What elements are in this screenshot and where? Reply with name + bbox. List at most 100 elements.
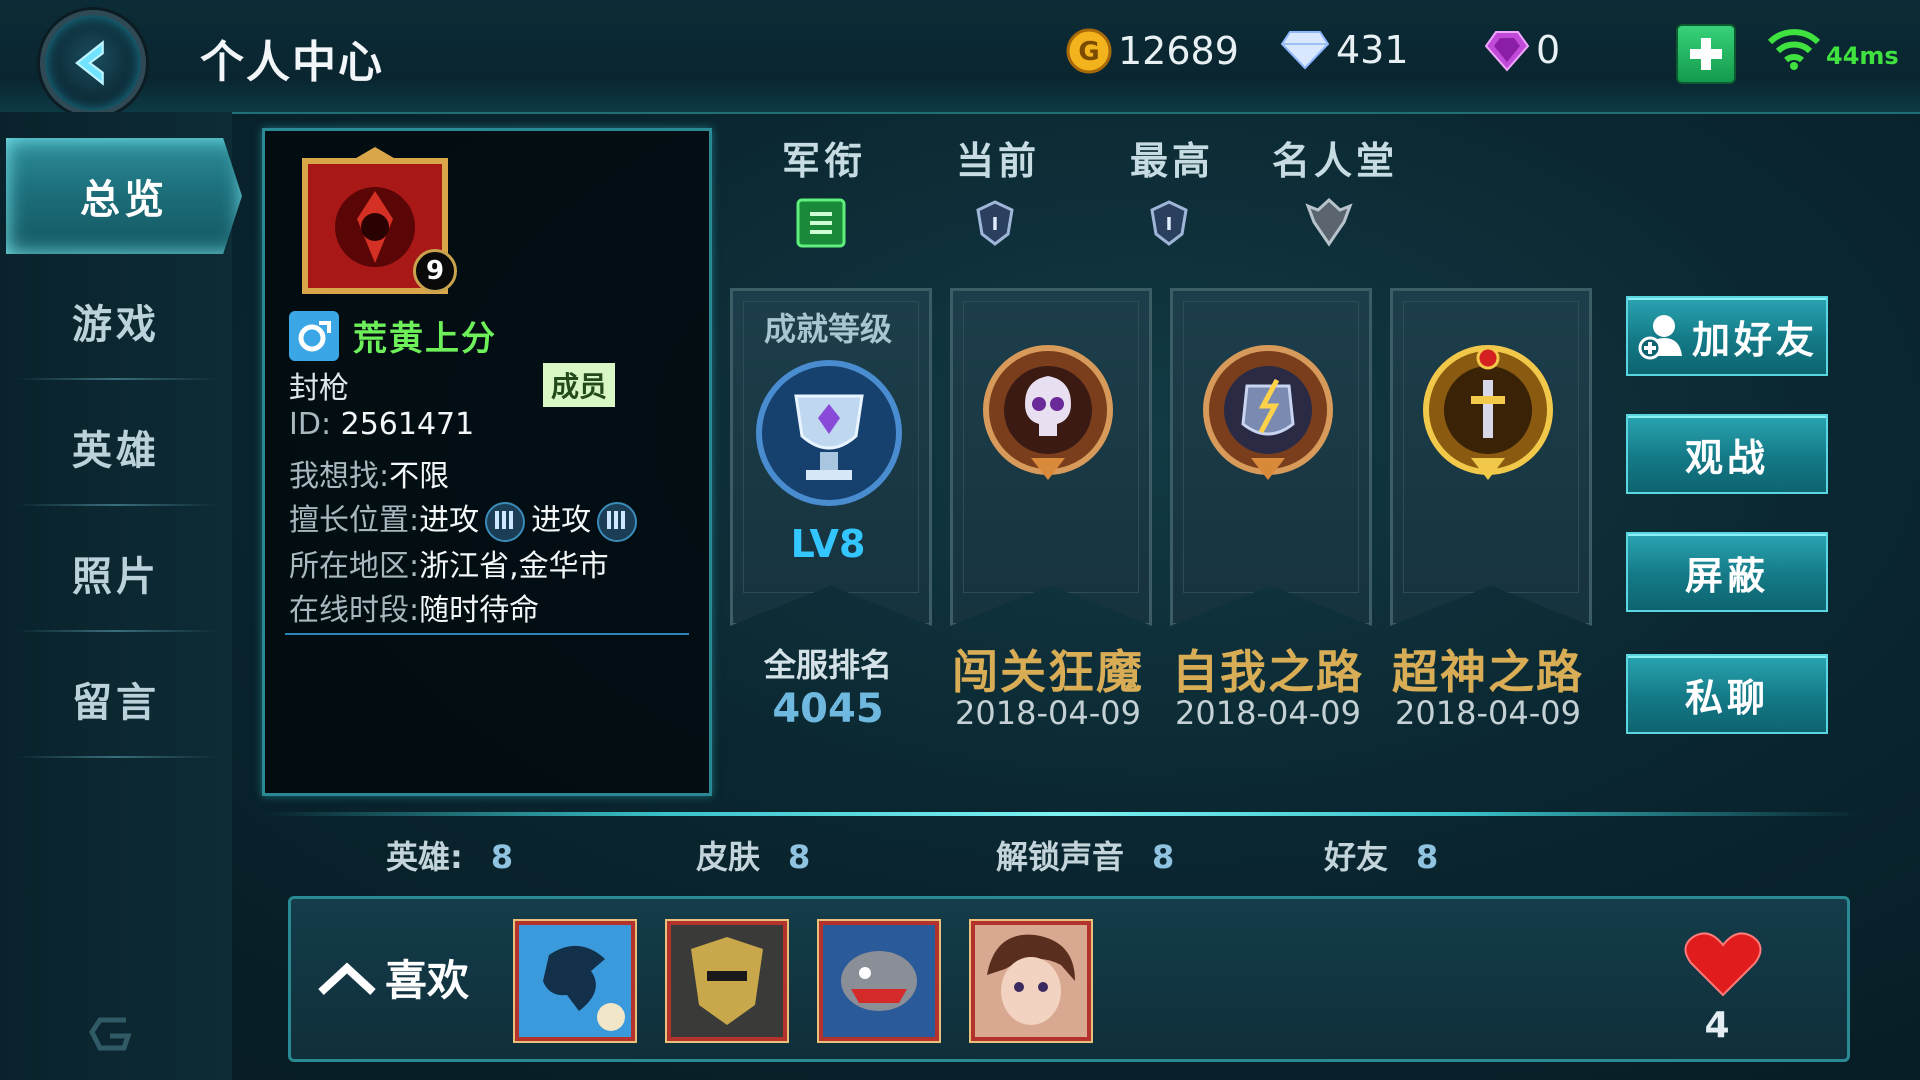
game-logo-icon bbox=[89, 1017, 132, 1051]
divider-glow bbox=[262, 812, 1862, 816]
heart-icon[interactable] bbox=[1683, 929, 1763, 999]
player-id: 2561471 bbox=[340, 407, 475, 442]
rank-header-current: 当前 bbox=[956, 139, 1041, 183]
sidebar-item-label: 游戏 bbox=[72, 302, 160, 348]
server-rank-value: 4045 bbox=[772, 686, 884, 732]
svg-text:I: I bbox=[992, 214, 999, 235]
military-rank-icon[interactable] bbox=[794, 196, 848, 250]
position-label: 擅长位置: bbox=[289, 503, 420, 538]
achievement-name-3: 超神之路 bbox=[1392, 645, 1584, 699]
private-chat-label: 私聊 bbox=[1684, 675, 1769, 720]
diamond-counter: 431 bbox=[1280, 28, 1409, 72]
add-friend-button[interactable]: 加好友 bbox=[1626, 296, 1828, 376]
sidebar-item-overview[interactable]: 总览 bbox=[6, 138, 242, 254]
hero-count-label: 英雄: bbox=[386, 838, 463, 876]
voice-count-label: 解锁声音 bbox=[996, 838, 1125, 876]
purple-gem-icon bbox=[1484, 31, 1530, 72]
skull-medal-icon bbox=[983, 345, 1113, 480]
favorites-toggle[interactable]: 喜欢 bbox=[315, 947, 469, 1008]
back-button[interactable] bbox=[40, 10, 146, 116]
block-button[interactable]: 屏蔽 bbox=[1626, 532, 1828, 612]
sidebar-item-games[interactable]: 游戏 bbox=[0, 262, 232, 380]
achievement-name-2: 自我之路 bbox=[1172, 645, 1364, 699]
spectate-label: 观战 bbox=[1684, 435, 1769, 480]
achievement-date-2: 2018-04-09 bbox=[1175, 694, 1361, 732]
favorite-hero-4[interactable] bbox=[971, 921, 1091, 1041]
svg-text:G: G bbox=[1078, 37, 1099, 67]
diamond-amount: 431 bbox=[1336, 28, 1409, 72]
back-arrow-icon bbox=[75, 40, 104, 86]
sword-gold-medal-icon bbox=[1423, 345, 1553, 480]
online-value: 随时待命 bbox=[419, 593, 540, 628]
sidebar-item-label: 照片 bbox=[72, 554, 160, 600]
current-rank-icon[interactable]: I bbox=[968, 196, 1022, 250]
add-friend-label: 加好友 bbox=[1691, 317, 1818, 362]
attack-role-icon bbox=[597, 501, 638, 542]
private-chat-button[interactable]: 私聊 bbox=[1626, 654, 1828, 734]
player-id-row: ID: 2561471 bbox=[289, 407, 474, 442]
gold-counter: G 12689 bbox=[1066, 28, 1239, 74]
page-title: 个人中心 bbox=[200, 37, 384, 88]
divider bbox=[285, 633, 689, 635]
member-badge: 成员 bbox=[543, 363, 616, 407]
top-bar: 个人中心 G 12689 431 0 44ms bbox=[0, 0, 1920, 116]
favorites-bar: 喜欢 4 bbox=[288, 896, 1850, 1062]
seek-row: 我想找:不限 bbox=[289, 451, 449, 495]
wifi-icon bbox=[1767, 29, 1821, 70]
favorite-hero-2[interactable] bbox=[667, 921, 787, 1041]
seek-value: 不限 bbox=[389, 459, 450, 494]
achievement-name-1: 闯关狂魔 bbox=[952, 645, 1144, 699]
position-row: 擅长位置:进攻 进攻 bbox=[289, 495, 643, 542]
sidebar-item-label: 留言 bbox=[72, 680, 160, 726]
network-status: 44ms bbox=[1766, 26, 1899, 70]
sidebar: 总览 游戏 英雄 照片 留言 bbox=[0, 112, 242, 1080]
hero-count: 英雄: 8 bbox=[386, 832, 513, 878]
voice-count: 解锁声音 8 bbox=[996, 832, 1174, 878]
player-level-badge: 9 bbox=[413, 249, 457, 293]
sidebar-item-messages[interactable]: 留言 bbox=[0, 640, 232, 758]
gold-coin-icon: G bbox=[1066, 28, 1112, 74]
skin-count-label: 皮肤 bbox=[696, 838, 761, 876]
gender-male-icon bbox=[289, 311, 339, 361]
armor-medal-icon bbox=[1203, 345, 1333, 480]
rank-header-highest: 最高 bbox=[1130, 139, 1215, 183]
trophy-icon bbox=[756, 360, 902, 506]
id-label: ID: bbox=[289, 407, 332, 442]
highest-rank-icon[interactable]: I bbox=[1142, 196, 1196, 250]
friend-count-value: 8 bbox=[1416, 838, 1439, 876]
sidebar-item-heroes[interactable]: 英雄 bbox=[0, 388, 232, 506]
achievement-level-label: 成就等级 bbox=[763, 310, 892, 348]
block-label: 屏蔽 bbox=[1684, 553, 1769, 598]
skin-count: 皮肤 8 bbox=[696, 832, 810, 878]
server-rank-label: 全服排名 bbox=[763, 646, 892, 684]
online-row: 在线时段:随时待命 bbox=[289, 585, 539, 629]
chevron-up-icon bbox=[318, 962, 376, 995]
achievement-date-3: 2018-04-09 bbox=[1395, 694, 1581, 732]
favorites-label: 喜欢 bbox=[385, 956, 470, 1005]
sidebar-item-label: 英雄 bbox=[72, 428, 160, 474]
achievement-level-value: LV8 bbox=[790, 522, 866, 566]
hall-of-fame-icon[interactable] bbox=[1302, 196, 1356, 250]
position-1: 进攻 bbox=[419, 503, 480, 538]
add-user-icon bbox=[1638, 315, 1682, 360]
hero-count-value: 8 bbox=[490, 838, 514, 876]
favorite-hero-3[interactable] bbox=[819, 921, 939, 1041]
add-currency-button[interactable] bbox=[1676, 24, 1736, 84]
seek-label: 我想找: bbox=[289, 459, 390, 494]
rank-header-hall-of-fame: 名人堂 bbox=[1272, 139, 1399, 183]
profile-card: 9 荒黄上分 封枪 成员 ID: 2561471 我想找:不限 擅长位置:进攻进… bbox=[262, 128, 712, 796]
gold-amount: 12689 bbox=[1118, 29, 1239, 73]
player-name: 荒黄上分 bbox=[353, 319, 497, 359]
favorite-hero-1[interactable] bbox=[515, 921, 635, 1041]
gem-counter: 0 bbox=[1484, 28, 1560, 72]
rank-header-military: 军衔 bbox=[782, 139, 867, 183]
attack-role-icon bbox=[485, 501, 526, 542]
voice-count-value: 8 bbox=[1152, 838, 1175, 876]
achievement-date-1: 2018-04-09 bbox=[955, 694, 1141, 732]
sidebar-item-photos[interactable]: 照片 bbox=[0, 514, 232, 632]
online-label: 在线时段: bbox=[289, 593, 420, 628]
svg-text:I: I bbox=[1166, 214, 1173, 235]
position-2: 进攻 bbox=[531, 503, 592, 538]
spectate-button[interactable]: 观战 bbox=[1626, 414, 1828, 494]
sidebar-item-label: 总览 bbox=[80, 177, 168, 223]
